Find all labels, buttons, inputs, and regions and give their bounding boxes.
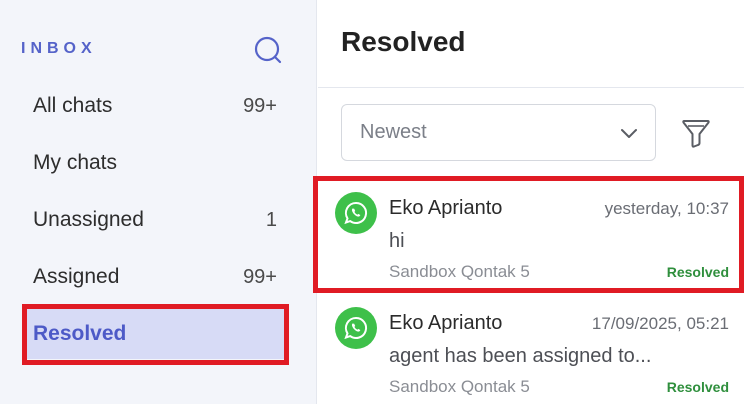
status-badge: Resolved	[666, 379, 729, 395]
whatsapp-icon	[344, 201, 368, 225]
filter-button[interactable]	[680, 116, 712, 150]
sort-select[interactable]: Newest	[341, 104, 656, 161]
whatsapp-avatar	[335, 307, 377, 349]
sidebar-item-label: Assigned	[33, 265, 120, 288]
conversation-item[interactable]: Eko Aprianto 17/09/2025, 05:21 agent has…	[318, 295, 744, 396]
contact-name: Eko Aprianto	[389, 312, 503, 334]
last-message: hi	[389, 230, 405, 252]
main-panel: Resolved Newest Eko Aprianto yesterday, …	[318, 0, 744, 404]
sidebar-item-unassigned[interactable]: Unassigned 1	[22, 195, 288, 245]
sidebar-item-label: Resolved	[33, 322, 127, 345]
filter-icon	[682, 120, 710, 148]
conversation-time: yesterday, 10:37	[604, 199, 729, 218]
whatsapp-avatar	[335, 192, 377, 234]
contact-name: Eko Aprianto	[389, 197, 503, 219]
sidebar-item-resolved[interactable]: Resolved	[22, 309, 288, 359]
sidebar-item-label: My chats	[33, 151, 118, 174]
search-button[interactable]	[252, 34, 284, 66]
sidebar-item-label: Unassigned	[33, 208, 144, 231]
whatsapp-icon	[344, 316, 368, 340]
inbox-title: INBOX	[21, 40, 97, 57]
conversation-item[interactable]: Eko Aprianto yesterday, 10:37 hi Sandbox…	[318, 180, 744, 281]
sidebar-item-my-chats[interactable]: My chats	[22, 138, 288, 188]
sidebar-item-assigned[interactable]: Assigned 99+	[22, 252, 288, 302]
sort-selected-value: Newest	[360, 121, 427, 143]
page-title: Resolved	[341, 26, 466, 57]
sidebar: INBOX All chats 99+ My chats Unassigned …	[0, 0, 317, 404]
sidebar-item-count: 99+	[243, 265, 277, 288]
sidebar-item-label: All chats	[33, 94, 113, 117]
channel-name: Sandbox Qontak 5	[389, 262, 530, 281]
sidebar-item-count: 99+	[243, 94, 277, 117]
chevron-down-icon	[621, 128, 637, 138]
status-badge: Resolved	[666, 264, 729, 280]
search-icon	[254, 36, 282, 64]
sidebar-item-all-chats[interactable]: All chats 99+	[22, 81, 288, 131]
sidebar-item-count: 1	[265, 208, 277, 231]
channel-name: Sandbox Qontak 5	[389, 377, 530, 396]
conversation-time: 17/09/2025, 05:21	[591, 314, 729, 333]
divider	[318, 87, 744, 88]
last-message: agent has been assigned to...	[389, 345, 652, 367]
